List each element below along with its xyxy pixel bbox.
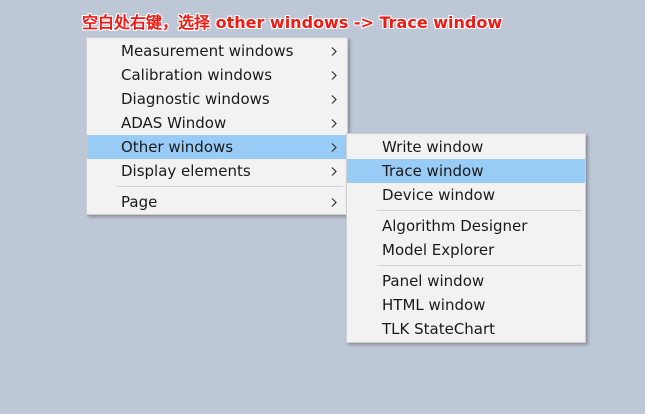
chevron-right-icon [329,63,339,87]
menu-item-label: HTML window [382,296,486,314]
submenu-item-write-window[interactable]: Write window [347,135,585,159]
submenu-item-algorithm-designer[interactable]: Algorithm Designer [347,214,585,238]
menu-separator [117,186,343,187]
chevron-right-icon [329,111,339,135]
submenu-item-model-explorer[interactable]: Model Explorer [347,238,585,262]
submenu-item-trace-window[interactable]: Trace window [347,159,585,183]
chevron-right-icon [329,135,339,159]
menu-separator [377,265,582,266]
menu-item-label: Calibration windows [121,66,273,84]
menu-item-label: Diagnostic windows [121,90,270,108]
other-windows-submenu: Write window Trace window Device window … [346,133,586,343]
menu-item-display-elements[interactable]: Display elements [87,159,347,183]
chevron-right-icon [329,190,339,214]
context-menu: Measurement windows Calibration windows … [86,37,348,215]
submenu-item-html-window[interactable]: HTML window [347,293,585,317]
menu-item-label: Write window [382,138,484,156]
menu-item-label: Measurement windows [121,42,294,60]
menu-item-measurement-windows[interactable]: Measurement windows [87,39,347,63]
menu-item-label: TLK StateChart [382,320,496,338]
menu-item-label: Device window [382,186,495,204]
menu-item-diagnostic-windows[interactable]: Diagnostic windows [87,87,347,111]
menu-item-adas-window[interactable]: ADAS Window [87,111,347,135]
submenu-item-device-window[interactable]: Device window [347,183,585,207]
instruction-annotation: 空白处右键，选择 other windows -> Trace window [82,13,503,32]
menu-item-label: Trace window [382,162,484,180]
menu-item-label: Other windows [121,138,234,156]
menu-item-label: Panel window [382,272,485,290]
menu-item-label: Display elements [121,162,251,180]
menu-item-label: Page [121,193,158,211]
menu-item-other-windows[interactable]: Other windows [87,135,347,159]
chevron-right-icon [329,39,339,63]
menu-item-label: Algorithm Designer [382,217,528,235]
chevron-right-icon [329,87,339,111]
menu-item-label: Model Explorer [382,241,495,259]
menu-separator [377,210,582,211]
menu-item-calibration-windows[interactable]: Calibration windows [87,63,347,87]
menu-item-label: ADAS Window [121,114,227,132]
chevron-right-icon [329,159,339,183]
menu-item-page[interactable]: Page [87,190,347,214]
submenu-item-panel-window[interactable]: Panel window [347,269,585,293]
submenu-item-tlk-statechart[interactable]: TLK StateChart [347,317,585,341]
